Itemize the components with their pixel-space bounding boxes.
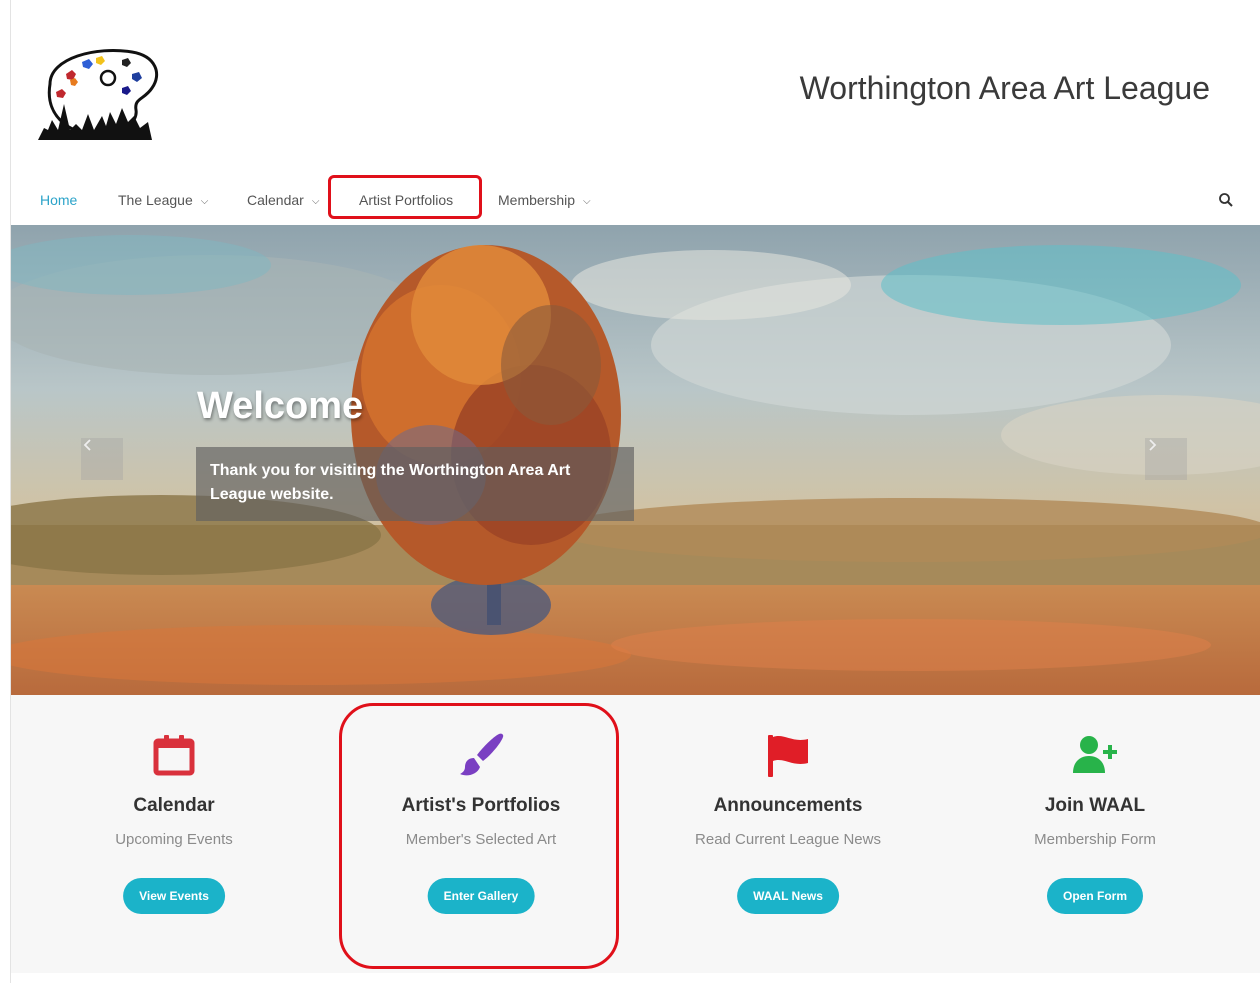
flag-icon xyxy=(768,735,808,777)
feature-join-waal: Join WAAL Membership Form Open Form xyxy=(942,695,1248,973)
feature-title: Announcements xyxy=(713,795,863,816)
chevron-down-icon: ⌵ xyxy=(200,196,209,207)
nav-the-league-label: The League xyxy=(118,192,193,208)
feature-title: Calendar xyxy=(133,795,215,816)
feature-subtitle: Membership Form xyxy=(1034,831,1156,848)
league-logo[interactable] xyxy=(36,44,164,144)
chevron-down-icon: ⌵ xyxy=(311,196,320,207)
feature-subtitle: Upcoming Events xyxy=(115,831,233,848)
chevron-right-icon xyxy=(1149,439,1157,451)
hero-caption: Thank you for visiting the Worthington A… xyxy=(196,447,634,521)
nav-the-league[interactable]: The League ⌵ xyxy=(118,184,208,216)
feature-calendar: Calendar Upcoming Events View Events xyxy=(21,695,327,973)
feature-highlight-box xyxy=(339,703,619,969)
slider-next-button[interactable] xyxy=(1145,438,1187,480)
nav-calendar-label: Calendar xyxy=(247,192,304,208)
nav-highlight-box xyxy=(328,175,482,219)
calendar-icon xyxy=(153,735,195,776)
nav-home[interactable]: Home xyxy=(40,184,77,216)
feature-subtitle: Read Current League News xyxy=(695,831,881,848)
features-section: Calendar Upcoming Events View Events Art… xyxy=(11,695,1260,973)
feature-announcements: Announcements Read Current League News W… xyxy=(635,695,941,973)
nav-calendar[interactable]: Calendar ⌵ xyxy=(247,184,319,216)
slider-prev-button[interactable] xyxy=(81,438,123,480)
main-nav: Home The League ⌵ Calendar ⌵ Artist Portfo… xyxy=(40,184,1240,216)
waal-news-button[interactable]: WAAL News xyxy=(737,878,839,914)
nav-membership[interactable]: Membership ⌵ xyxy=(498,184,591,216)
nav-home-label: Home xyxy=(40,192,78,208)
feature-title: Join WAAL xyxy=(1044,795,1146,816)
site-title: Worthington Area Art League xyxy=(799,70,1210,106)
chevron-down-icon: ⌵ xyxy=(583,196,591,207)
search-icon[interactable] xyxy=(1218,192,1234,208)
open-form-button[interactable]: Open Form xyxy=(1046,878,1144,914)
hero-title: Welcome xyxy=(197,385,364,427)
user-plus-icon xyxy=(1073,736,1117,773)
view-events-button[interactable]: View Events xyxy=(123,878,225,914)
hero-slider[interactable]: Welcome Thank you for visiting the Worth… xyxy=(11,225,1260,695)
nav-membership-label: Membership xyxy=(498,192,576,208)
chevron-left-icon xyxy=(83,439,91,451)
